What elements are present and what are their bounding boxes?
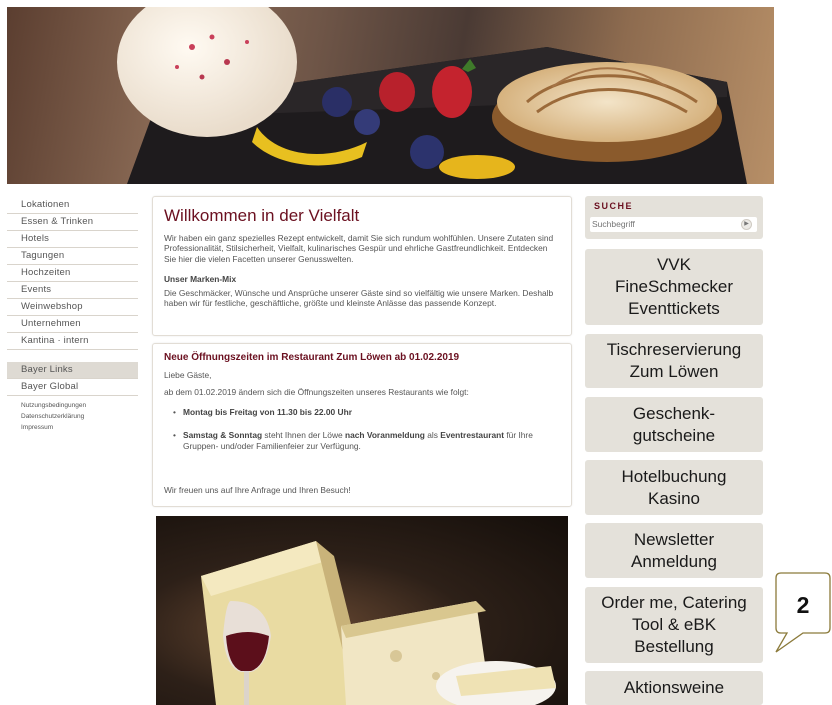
link-nutzungsbedingungen[interactable]: Nutzungsbedingungen: [7, 400, 138, 411]
order-me-catering-label: Order me, Catering Tool & eBK Bestellung: [601, 593, 747, 656]
geschenkgutscheine-button[interactable]: Geschenk- gutscheine: [585, 397, 763, 452]
news-title: Neue Öffnungszeiten im Restaurant Zum Lö…: [164, 352, 460, 363]
weekend-bold-3: Eventrestaurant: [440, 430, 505, 440]
tischreservierung-button[interactable]: Tischreservierung Zum Löwen: [585, 334, 763, 388]
left-nav: Lokationen Essen & Trinken Hotels Tagung…: [7, 197, 138, 433]
nav-item-kantina[interactable]: Kantina · intern: [7, 333, 138, 350]
aktionsweine-label: Aktionsweine: [623, 678, 725, 697]
callout-number: 2: [796, 592, 810, 618]
newsletter-label: Newsletter Anmeldung: [630, 529, 717, 571]
nav-item-bayer-global[interactable]: Bayer Global: [7, 379, 138, 396]
search-go-icon[interactable]: ▶: [741, 219, 752, 230]
hours-item-weekend: Samstag & Sonntag steht Ihnen der Löwe n…: [173, 430, 553, 451]
link-impressum[interactable]: Impressum: [7, 422, 138, 433]
dessert-illustration: [117, 7, 747, 184]
hero-image: [7, 7, 774, 184]
nav-item-hochzeiten[interactable]: Hochzeiten: [7, 265, 138, 282]
search-box: SUCHE ▶: [585, 196, 763, 239]
hours-weekday: Montag bis Freitag von 11.30 bis 22.00 U…: [183, 407, 352, 417]
cheese-wine-illustration: [201, 541, 556, 705]
footer-links: Nutzungsbedingungen Datenschutzerklärung…: [7, 400, 138, 433]
callout-badge: 2: [775, 572, 831, 654]
vvk-eventtickets-label: VVK FineSchmecker Eventtickets: [614, 255, 734, 318]
hours-list: Montag bis Freitag von 11.30 bis 22.00 U…: [173, 407, 553, 418]
tischreservierung-label: Tischreservierung Zum Löwen: [606, 340, 742, 381]
nav-item-events[interactable]: Events: [7, 282, 138, 299]
link-datenschutz[interactable]: Datenschutzerklärung: [7, 411, 138, 422]
news-closing: Wir freuen uns auf Ihre Anfrage und Ihre…: [164, 485, 351, 495]
hours-list-weekend: Samstag & Sonntag steht Ihnen der Löwe n…: [173, 430, 553, 451]
welcome-panel: Willkommen in der Vielfalt Wir haben ein…: [152, 196, 572, 336]
welcome-text: Wir haben ein ganz spezielles Rezept ent…: [164, 233, 554, 264]
nav-item-tagungen[interactable]: Tagungen: [7, 248, 138, 265]
nav-item-lokationen[interactable]: Lokationen: [7, 197, 138, 214]
nav-item-unternehmen[interactable]: Unternehmen: [7, 316, 138, 333]
welcome-subtitle: Unser Marken-Mix: [164, 274, 237, 284]
hotelbuchung-label: Hotelbuchung Kasino: [621, 466, 727, 508]
nav-item-hotels[interactable]: Hotels: [7, 231, 138, 248]
welcome-text-2: Die Geschmäcker, Wünsche und Ansprüche u…: [164, 288, 554, 309]
news-panel: Neue Öffnungszeiten im Restaurant Zum Lö…: [152, 343, 572, 507]
weekend-text-2: als: [424, 430, 441, 440]
newsletter-button[interactable]: Newsletter Anmeldung: [585, 523, 763, 578]
search-title: SUCHE: [594, 201, 634, 211]
hotelbuchung-button[interactable]: Hotelbuchung Kasino: [585, 460, 763, 515]
nav-item-bayer-links[interactable]: Bayer Links: [7, 362, 138, 379]
hours-item-weekday: Montag bis Freitag von 11.30 bis 22.00 U…: [173, 407, 553, 418]
nav-item-essen-trinken[interactable]: Essen & Trinken: [7, 214, 138, 231]
news-intro: ab dem 01.02.2019 ändern sich die Öffnun…: [164, 387, 469, 397]
weekend-label: Samstag & Sonntag: [183, 430, 263, 440]
search-field: ▶: [590, 217, 757, 232]
news-greeting: Liebe Gäste,: [164, 370, 212, 380]
main-menu: Lokationen Essen & Trinken Hotels Tagung…: [7, 197, 138, 350]
weekend-text-1: steht Ihnen der Löwe: [262, 430, 345, 440]
cheese-wine-photo: [156, 516, 568, 705]
welcome-title: Willkommen in der Vielfalt: [164, 206, 360, 225]
geschenkgutscheine-label: Geschenk- gutscheine: [632, 403, 716, 445]
weekend-bold-2: nach Voranmeldung: [344, 430, 425, 440]
aktionsweine-button[interactable]: Aktionsweine: [585, 671, 763, 705]
vvk-eventtickets-button[interactable]: VVK FineSchmecker Eventtickets: [585, 249, 763, 325]
bayer-links-menu: Bayer Links Bayer Global: [7, 362, 138, 396]
search-input[interactable]: [592, 218, 732, 230]
order-me-catering-button[interactable]: Order me, Catering Tool & eBK Bestellung: [585, 587, 763, 663]
nav-item-weinwebshop[interactable]: Weinwebshop: [7, 299, 138, 316]
